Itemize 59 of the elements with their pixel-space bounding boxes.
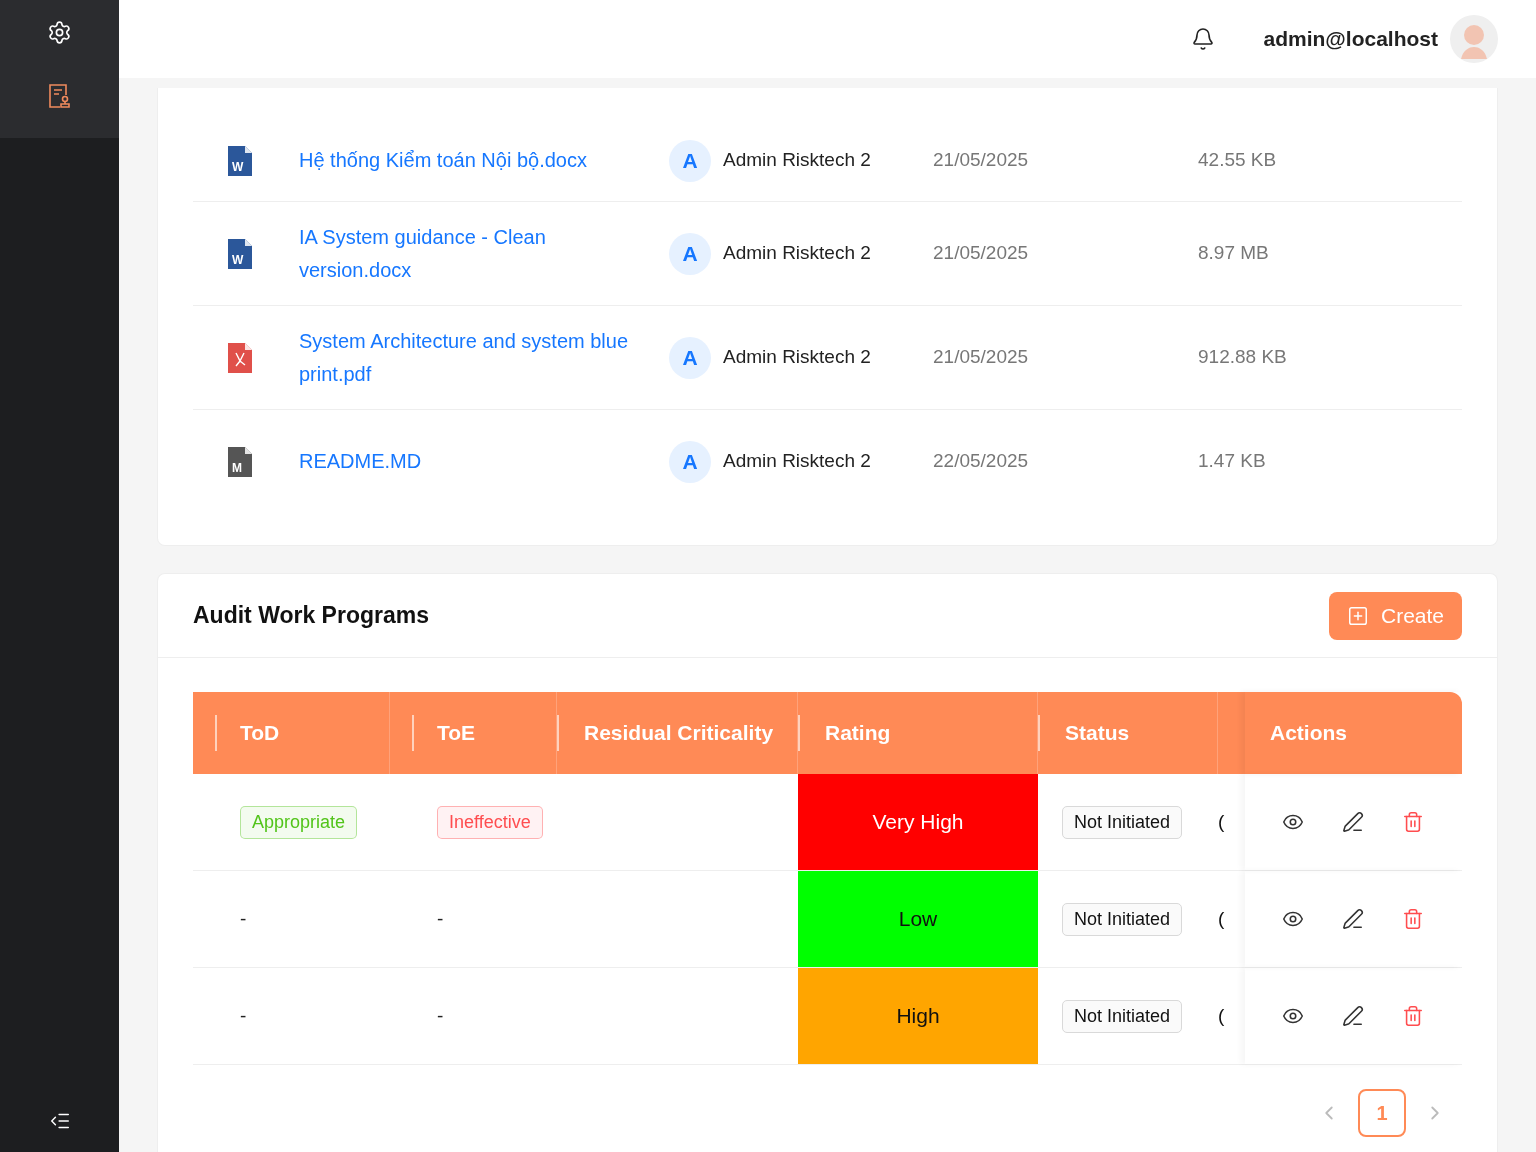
file-icon: M	[228, 446, 252, 477]
user-email[interactable]: admin@localhost	[1263, 23, 1438, 55]
delete-icon[interactable]	[1402, 908, 1424, 930]
user-avatar: A	[669, 336, 711, 379]
column-header: Actions	[1270, 720, 1347, 747]
empty-value: -	[240, 1003, 247, 1028]
section-title: Audit Work Programs	[193, 601, 429, 631]
edit-icon[interactable]	[1342, 811, 1364, 833]
upload-date: 21/05/2025	[933, 241, 1030, 266]
file-size: 912.88 KB	[1198, 345, 1287, 370]
rating-label: High	[896, 1003, 940, 1030]
file-icon: W	[228, 238, 252, 269]
table-cell-text: (	[1218, 809, 1225, 834]
file-link[interactable]: README.MD	[299, 445, 649, 478]
status-tag: Not Initiated	[1062, 805, 1183, 839]
add-icon	[1346, 604, 1369, 627]
owner-name: Admin Risktech 2	[723, 345, 872, 370]
user-avatar: A	[669, 232, 711, 275]
delete-icon[interactable]	[1402, 1005, 1424, 1027]
column-header: Residual Criticality	[584, 720, 774, 747]
user-avatar: A	[669, 139, 711, 182]
owner-name: Admin Risktech 2	[723, 241, 872, 266]
notification-bell-icon[interactable]	[1191, 27, 1216, 51]
settings-icon[interactable]	[47, 20, 72, 45]
user-avatar: A	[669, 440, 711, 483]
file-link[interactable]: System Architecture and system blue print.pdf	[299, 324, 649, 391]
file-size: 8.97 MB	[1198, 241, 1269, 266]
table-cell-text: (	[1218, 1003, 1225, 1028]
owner-name: Admin Risktech 2	[723, 449, 872, 474]
owner-name: Admin Risktech 2	[723, 148, 872, 173]
empty-value: -	[437, 1003, 444, 1028]
delete-icon[interactable]	[1402, 811, 1424, 833]
upload-date: 21/05/2025	[933, 148, 1030, 173]
column-header: Status	[1065, 720, 1130, 747]
status-tag: Not Initiated	[1062, 902, 1183, 936]
page-button[interactable]: 1	[1358, 1089, 1406, 1137]
status-tag: Not Initiated	[1062, 999, 1183, 1033]
rating-label: Very High	[872, 809, 964, 836]
column-header: ToD	[240, 720, 280, 747]
file-link[interactable]: Hệ thống Kiểm toán Nội bộ.docx	[299, 144, 649, 177]
status-tag: Appropriate	[240, 805, 358, 839]
upload-date: 21/05/2025	[933, 345, 1030, 370]
rating-label: Low	[898, 906, 938, 933]
pdf-file-icon	[228, 342, 252, 373]
column-header: Rating	[825, 720, 891, 747]
create-button[interactable]: Create	[1328, 591, 1462, 640]
edit-icon[interactable]	[1342, 908, 1364, 930]
column-header: ToE	[437, 720, 476, 747]
empty-value: -	[240, 906, 247, 931]
status-tag: Ineffective	[437, 805, 543, 839]
edit-icon[interactable]	[1342, 1005, 1364, 1027]
document-stamp-icon[interactable]	[47, 83, 72, 109]
file-link[interactable]: IA System guidance - Clean version.docx	[299, 220, 649, 287]
empty-value: -	[437, 906, 444, 931]
file-size: 42.55 KB	[1198, 148, 1277, 173]
file-icon: W	[228, 145, 252, 176]
table-cell-text: (	[1218, 906, 1225, 931]
upload-date: 22/05/2025	[933, 449, 1030, 474]
file-size: 1.47 KB	[1198, 449, 1266, 474]
